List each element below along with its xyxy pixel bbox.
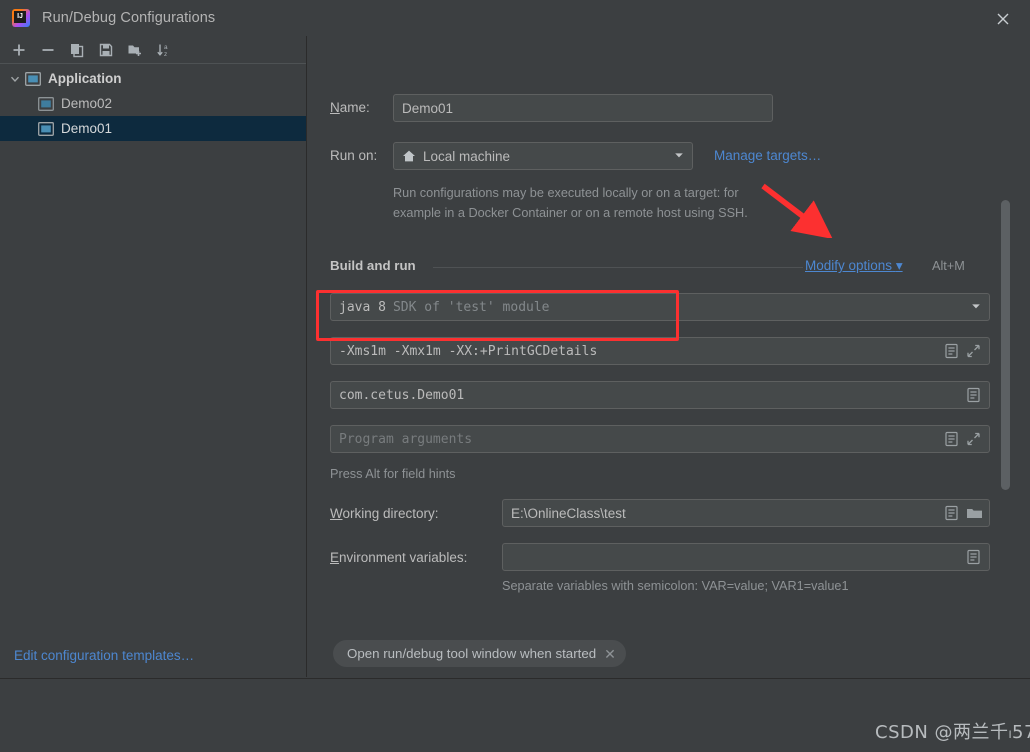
expand-icon[interactable] (966, 343, 981, 359)
remove-configuration-button[interactable] (35, 38, 61, 62)
svg-text:z: z (164, 51, 167, 58)
configurations-tree: Application Demo02 Demo01 (0, 64, 306, 141)
sort-alphabetically-icon[interactable]: a z (151, 38, 177, 62)
modify-options-link[interactable]: Modify options ▾ (805, 258, 903, 274)
add-configuration-button[interactable] (6, 38, 32, 62)
working-directory-input[interactable]: E:\OnlineClass\test (502, 499, 990, 527)
manage-targets-link[interactable]: Manage targets… (714, 148, 821, 163)
main-class-input[interactable]: com.cetus.Demo01 (330, 381, 990, 409)
section-divider (433, 267, 803, 268)
expand-icon[interactable] (966, 431, 981, 447)
macro-icon[interactable] (944, 431, 959, 447)
run-on-description-line2: example in a Docker Container or on a re… (393, 205, 748, 220)
tree-group-label: Application (48, 71, 122, 86)
environment-variables-label: Environment variables: (330, 550, 468, 565)
name-label: Name: (330, 100, 370, 115)
environment-variables-input[interactable] (502, 543, 990, 571)
copy-icon[interactable] (64, 38, 90, 62)
jre-select[interactable]: java 8 SDK of 'test' module (330, 293, 990, 321)
jre-value-dim: SDK of 'test' module (392, 299, 550, 315)
build-and-run-section-title: Build and run (330, 258, 416, 273)
home-icon (402, 149, 416, 163)
application-config-icon (38, 121, 54, 136)
alt-field-hints-text: Press Alt for field hints (330, 467, 456, 481)
program-arguments-placeholder: Program arguments (339, 431, 473, 447)
svg-text:a: a (164, 44, 168, 51)
chevron-down-icon (672, 148, 686, 165)
chip-label: Open run/debug tool window when started (347, 646, 597, 661)
chevron-down-icon (969, 299, 983, 316)
name-input[interactable]: Demo01 (393, 94, 773, 122)
run-on-description-line1: Run configurations may be executed local… (393, 186, 739, 200)
application-config-icon (25, 71, 41, 86)
close-icon[interactable] (992, 8, 1014, 30)
browse-class-icon[interactable] (966, 387, 981, 403)
edit-env-vars-icon[interactable] (966, 549, 981, 565)
working-directory-label: Working directory: (330, 506, 439, 521)
intellij-idea-logo-icon (12, 9, 30, 27)
dialog-button-bar: ? OK Cancel Apply (0, 678, 1030, 752)
close-small-icon[interactable]: ✕ (604, 647, 616, 661)
tree-item-label: Demo02 (61, 96, 113, 111)
dialog-title: Run/Debug Configurations (42, 10, 216, 26)
open-run-debug-tool-window-chip[interactable]: Open run/debug tool window when started … (333, 640, 626, 667)
run-on-label: Run on: (330, 148, 378, 163)
dialog-title-bar: Run/Debug Configurations (0, 0, 1030, 36)
vm-options-input[interactable]: -Xms1m -Xmx1m -XX:+PrintGCDetails (330, 337, 990, 365)
tree-group-application[interactable]: Application (0, 66, 306, 91)
working-directory-value: E:\OnlineClass\test (511, 505, 626, 521)
macro-icon[interactable] (944, 343, 959, 359)
run-on-select[interactable]: Local machine (393, 142, 693, 170)
sidebar-toolbar: a z (0, 36, 306, 64)
run-on-description: Run configurations may be executed local… (393, 184, 843, 223)
configurations-sidebar: a z Application Demo02 Demo01 Edit confi… (0, 36, 307, 677)
run-on-value: Local machine (423, 148, 511, 164)
edit-configuration-templates-link[interactable]: Edit configuration templates… (14, 648, 194, 663)
program-arguments-input[interactable]: Program arguments (330, 425, 990, 453)
name-input-value: Demo01 (402, 100, 454, 116)
tree-item-demo01[interactable]: Demo01 (0, 116, 306, 141)
modify-options-label: Modify options (805, 258, 893, 273)
tree-item-demo02[interactable]: Demo02 (0, 91, 306, 116)
environment-variables-hint: Separate variables with semicolon: VAR=v… (502, 579, 849, 593)
jre-value-bold: java 8 (339, 299, 386, 315)
new-folder-icon[interactable] (122, 38, 148, 62)
run-debug-configurations-dialog: Run/Debug Configurations (0, 0, 1030, 752)
folder-icon[interactable] (966, 505, 982, 521)
save-icon[interactable] (93, 38, 119, 62)
chevron-down-icon (8, 72, 22, 86)
chevron-down-icon: ▾ (895, 258, 903, 273)
vm-options-value: -Xms1m -Xmx1m -XX:+PrintGCDetails (339, 343, 598, 359)
modify-options-shortcut: Alt+M (932, 259, 965, 273)
application-config-icon (38, 96, 54, 111)
configuration-editor-panel: Name: Demo01 Store as project file Run o… (308, 36, 1030, 677)
editor-panel-scrollbar[interactable] (1001, 200, 1010, 490)
main-class-value: com.cetus.Demo01 (339, 387, 465, 403)
tree-item-label: Demo01 (61, 121, 113, 136)
macro-icon[interactable] (944, 505, 959, 521)
